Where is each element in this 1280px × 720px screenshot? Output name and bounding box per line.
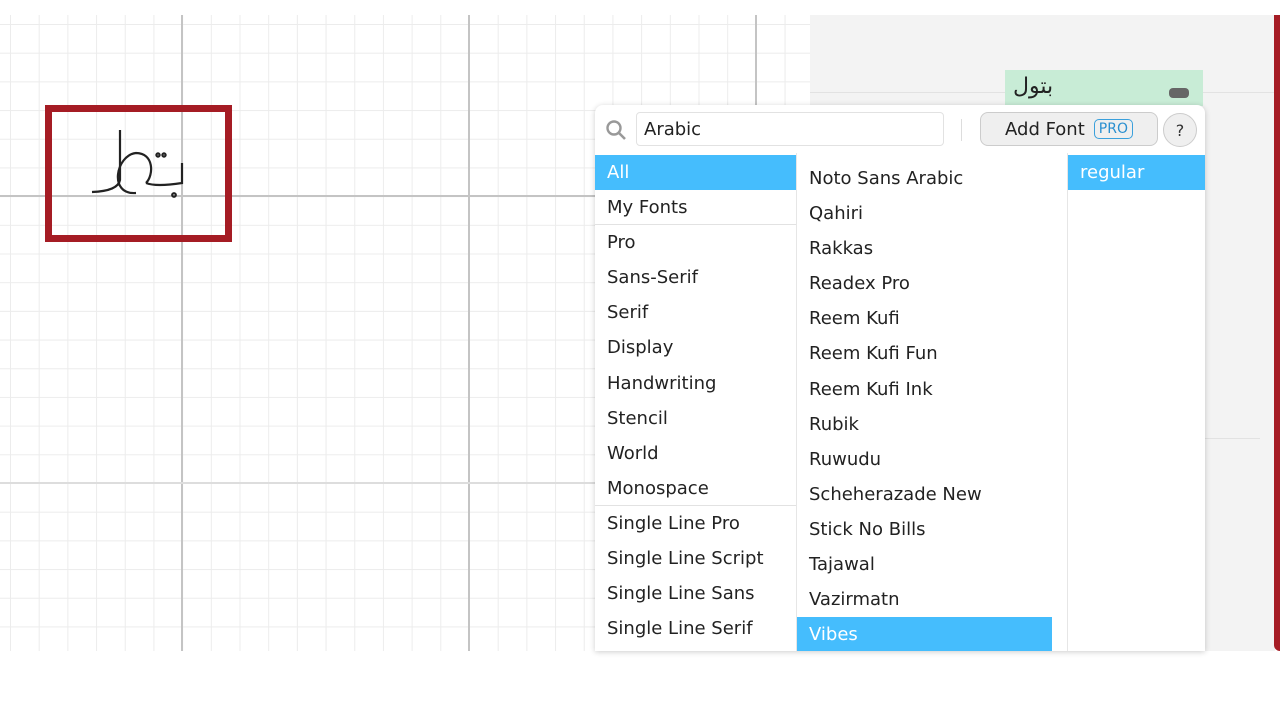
category-list: All My Fonts Pro Sans-Serif Serif Display Hand… bbox=[595, 153, 797, 651]
category-item[interactable]: Stencil bbox=[595, 401, 796, 436]
style-list: regular bbox=[1068, 153, 1205, 651]
arabic-text-object[interactable] bbox=[88, 125, 188, 205]
font-item[interactable]: Vibes bbox=[797, 617, 1052, 651]
font-item[interactable]: Ruwudu bbox=[797, 442, 1067, 477]
search-icon bbox=[606, 120, 626, 140]
font-item[interactable]: Readex Pro bbox=[797, 266, 1067, 301]
add-font-button[interactable]: Add Font PRO bbox=[980, 112, 1158, 146]
category-item[interactable]: Single Line Script bbox=[595, 541, 796, 576]
category-item[interactable]: All bbox=[595, 155, 796, 191]
style-item[interactable]: regular bbox=[1068, 155, 1205, 191]
category-item[interactable]: Single Line Serif bbox=[595, 611, 796, 646]
font-item[interactable]: Reem Kufi bbox=[797, 301, 1067, 336]
add-font-label: Add Font bbox=[1005, 118, 1085, 140]
font-item[interactable]: Qahiri bbox=[797, 196, 1067, 231]
divider bbox=[961, 119, 962, 141]
help-button[interactable]: ? bbox=[1163, 113, 1197, 147]
font-item[interactable]: Stick No Bills bbox=[797, 512, 1067, 547]
category-item[interactable]: Single Line Sans bbox=[595, 576, 796, 611]
category-item[interactable]: Pro bbox=[595, 225, 796, 260]
font-item[interactable]: Vazirmatn bbox=[797, 582, 1067, 617]
category-item[interactable]: Sans-Serif bbox=[595, 260, 796, 295]
font-item[interactable]: Reem Kufi Ink bbox=[797, 372, 1067, 407]
category-item[interactable]: My Fonts bbox=[595, 190, 796, 226]
chip-text: بتول bbox=[1013, 74, 1054, 99]
category-item[interactable]: World bbox=[595, 436, 796, 471]
font-item[interactable]: Reem Kufi Fun bbox=[797, 336, 1067, 371]
grid-major-line bbox=[468, 15, 470, 651]
text-layer-chip[interactable]: بتول bbox=[1005, 70, 1203, 106]
font-search-input[interactable] bbox=[636, 112, 944, 146]
font-list[interactable]: Noto Sans Arabic Qahiri Rakkas Readex Pro Re… bbox=[797, 153, 1068, 651]
category-item[interactable]: Single Line Pro bbox=[595, 506, 796, 541]
font-item[interactable]: Scheherazade New bbox=[797, 477, 1067, 512]
divider bbox=[1205, 438, 1260, 439]
category-item[interactable]: Handwriting bbox=[595, 366, 796, 401]
window-border bbox=[1274, 15, 1280, 651]
font-item[interactable]: Rubik bbox=[797, 407, 1067, 442]
font-item[interactable]: Noto Sans Arabic bbox=[797, 161, 1067, 196]
category-item[interactable]: Serif bbox=[595, 295, 796, 330]
font-picker: Add Font PRO ? AllMy FontsProSans-SerifSe… bbox=[595, 105, 1205, 651]
pro-badge: PRO bbox=[1093, 119, 1133, 139]
chip-handle-icon[interactable] bbox=[1169, 88, 1189, 98]
font-item[interactable]: Rakkas bbox=[797, 231, 1067, 266]
category-item[interactable]: Monospace bbox=[595, 471, 796, 506]
font-item[interactable]: Tajawal bbox=[797, 547, 1067, 582]
category-item[interactable]: Display bbox=[595, 330, 796, 365]
